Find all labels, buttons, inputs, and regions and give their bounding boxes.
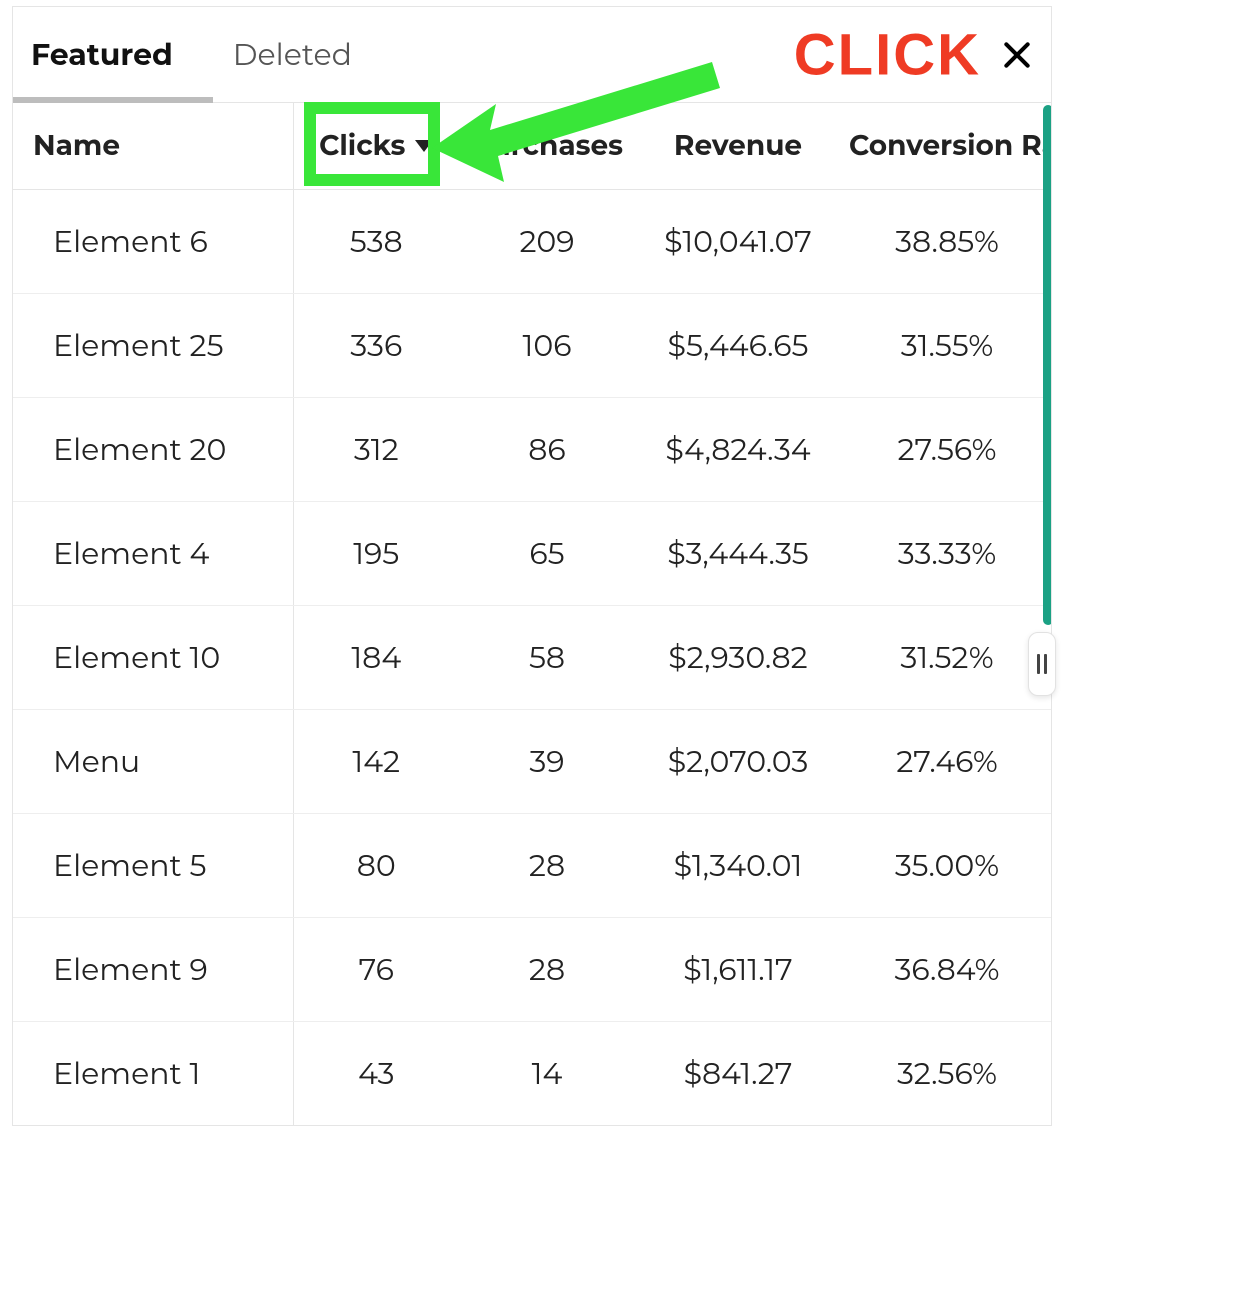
- cell-conversion: 31.52%: [841, 605, 1052, 709]
- cell-revenue: $4,824.34: [635, 397, 841, 501]
- cell-purchases: 28: [459, 813, 635, 917]
- annotation-click-label: CLICK: [794, 21, 981, 88]
- table-row[interactable]: Element 14314$841.2732.56%: [13, 1021, 1052, 1125]
- cell-clicks: 43: [293, 1021, 459, 1125]
- cell-name: Element 6: [13, 189, 293, 293]
- cell-name: Menu: [13, 709, 293, 813]
- cell-purchases: 106: [459, 293, 635, 397]
- table-row[interactable]: Element 97628$1,611.1736.84%: [13, 917, 1052, 1021]
- col-header-clicks[interactable]: Clicks: [293, 103, 459, 189]
- table-header-row: Name Clicks Purchases Revenue Conversion…: [13, 103, 1052, 189]
- table-row[interactable]: Element 2031286$4,824.3427.56%: [13, 397, 1052, 501]
- cell-name: Element 9: [13, 917, 293, 1021]
- cell-conversion: 33.33%: [841, 501, 1052, 605]
- table-row[interactable]: Menu14239$2,070.0327.46%: [13, 709, 1052, 813]
- cell-name: Element 20: [13, 397, 293, 501]
- cell-clicks: 312: [293, 397, 459, 501]
- cell-purchases: 65: [459, 501, 635, 605]
- tabs-row: Featured Deleted CLICK: [13, 7, 1051, 103]
- cell-purchases: 86: [459, 397, 635, 501]
- cell-clicks: 76: [293, 917, 459, 1021]
- col-header-purchases[interactable]: Purchases: [459, 103, 635, 189]
- cell-clicks: 538: [293, 189, 459, 293]
- cell-conversion: 31.55%: [841, 293, 1052, 397]
- table-row[interactable]: Element 6538209$10,041.0738.85%: [13, 189, 1052, 293]
- cell-revenue: $2,930.82: [635, 605, 841, 709]
- cell-revenue: $10,041.07: [635, 189, 841, 293]
- col-header-revenue[interactable]: Revenue: [635, 103, 841, 189]
- cell-clicks: 80: [293, 813, 459, 917]
- table-row[interactable]: Element 419565$3,444.3533.33%: [13, 501, 1052, 605]
- scrollbar-thumb[interactable]: [1043, 105, 1052, 625]
- cell-purchases: 39: [459, 709, 635, 813]
- cell-name: Element 25: [13, 293, 293, 397]
- col-header-name[interactable]: Name: [13, 103, 293, 189]
- cell-revenue: $1,340.01: [635, 813, 841, 917]
- sort-desc-icon: [415, 140, 433, 152]
- data-table: Name Clicks Purchases Revenue Conversion…: [13, 103, 1052, 1125]
- cell-purchases: 209: [459, 189, 635, 293]
- cell-purchases: 28: [459, 917, 635, 1021]
- report-panel: Featured Deleted CLICK Name Clicks: [12, 6, 1052, 1126]
- close-button[interactable]: [997, 35, 1037, 75]
- table-row[interactable]: Element 58028$1,340.0135.00%: [13, 813, 1052, 917]
- side-drag-handle[interactable]: [1028, 632, 1056, 696]
- cell-revenue: $2,070.03: [635, 709, 841, 813]
- cell-conversion: 32.56%: [841, 1021, 1052, 1125]
- cell-clicks: 184: [293, 605, 459, 709]
- cell-name: Element 1: [13, 1021, 293, 1125]
- cell-conversion: 27.56%: [841, 397, 1052, 501]
- col-header-clicks-label: Clicks: [319, 129, 405, 163]
- cell-conversion: 35.00%: [841, 813, 1052, 917]
- close-icon: [1001, 39, 1033, 71]
- cell-revenue: $841.27: [635, 1021, 841, 1125]
- cell-revenue: $3,444.35: [635, 501, 841, 605]
- cell-revenue: $1,611.17: [635, 917, 841, 1021]
- cell-conversion: 38.85%: [841, 189, 1052, 293]
- cell-clicks: 336: [293, 293, 459, 397]
- cell-purchases: 14: [459, 1021, 635, 1125]
- tab-deleted[interactable]: Deleted: [233, 7, 352, 102]
- cell-name: Element 4: [13, 501, 293, 605]
- cell-clicks: 142: [293, 709, 459, 813]
- cell-conversion: 36.84%: [841, 917, 1052, 1021]
- cell-revenue: $5,446.65: [635, 293, 841, 397]
- tab-featured[interactable]: Featured: [31, 7, 173, 102]
- cell-clicks: 195: [293, 501, 459, 605]
- cell-name: Element 5: [13, 813, 293, 917]
- table-row[interactable]: Element 25336106$5,446.6531.55%: [13, 293, 1052, 397]
- table-row[interactable]: Element 1018458$2,930.8231.52%: [13, 605, 1052, 709]
- cell-purchases: 58: [459, 605, 635, 709]
- cell-name: Element 10: [13, 605, 293, 709]
- cell-conversion: 27.46%: [841, 709, 1052, 813]
- col-header-conversion[interactable]: Conversion Rate: [841, 103, 1052, 189]
